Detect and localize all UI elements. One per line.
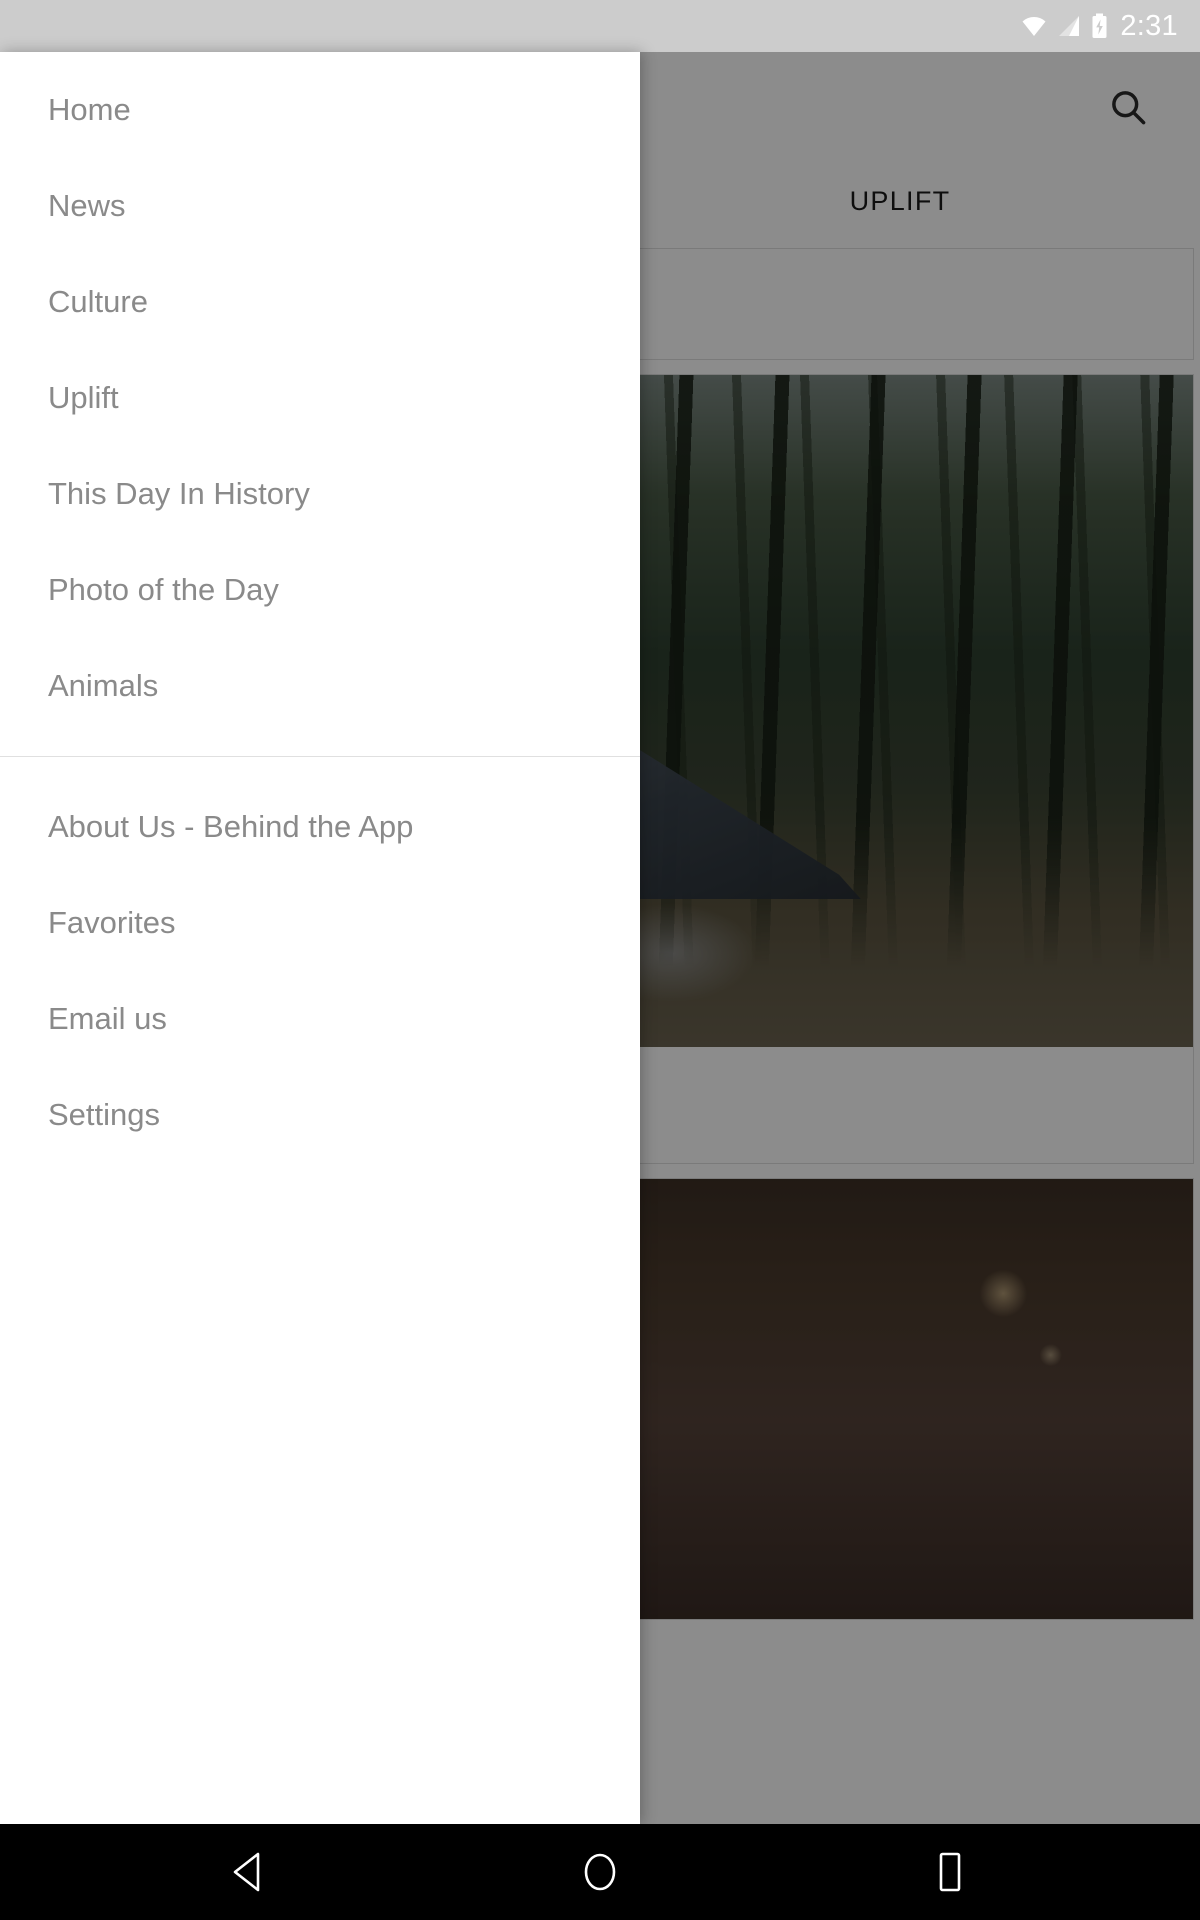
nav-item-uplift[interactable]: Uplift [0,350,640,446]
nav-item-favorites[interactable]: Favorites [0,875,640,971]
nav-item-label: Settings [48,1097,161,1132]
nav-item-news[interactable]: News [0,158,640,254]
nav-item-label: This Day In History [48,476,310,511]
nav-item-label: News [48,188,126,223]
nav-item-label: Photo of the Day [48,572,279,607]
nav-item-this-day-in-history[interactable]: This Day In History [0,446,640,542]
navigation-drawer[interactable]: Home News Culture Uplift This Day In His… [0,52,640,1824]
phone-screen: etwork CULTURE UPLIFT our Clock Straight [0,0,1200,1920]
cellular-signal-icon [1059,16,1080,36]
nav-item-email-us[interactable]: Email us [0,971,640,1067]
status-bar-clock: 2:31 [1120,9,1178,42]
back-triangle-icon[interactable] [150,1824,350,1920]
nav-item-culture[interactable]: Culture [0,254,640,350]
drawer-divider [0,756,640,757]
nav-item-label: About Us - Behind the App [48,809,414,844]
nav-item-home[interactable]: Home [0,62,640,158]
nav-item-label: Email us [48,1001,167,1036]
status-icons [1021,13,1108,39]
home-circle-icon[interactable] [500,1824,700,1920]
nav-item-label: Uplift [48,380,119,415]
system-navigation-bar [0,1824,1200,1920]
nav-item-settings[interactable]: Settings [0,1067,640,1163]
status-bar: 2:31 [0,0,1200,52]
recents-square-icon[interactable] [850,1824,1050,1920]
nav-item-label: Culture [48,284,148,319]
battery-charging-icon [1092,13,1107,38]
nav-item-animals[interactable]: Animals [0,638,640,734]
nav-item-about-us[interactable]: About Us - Behind the App [0,779,640,875]
wifi-icon [1022,17,1046,36]
nav-item-label: Favorites [48,905,176,940]
nav-item-label: Animals [48,668,159,703]
nav-item-label: Home [48,92,131,127]
nav-item-photo-of-the-day[interactable]: Photo of the Day [0,542,640,638]
